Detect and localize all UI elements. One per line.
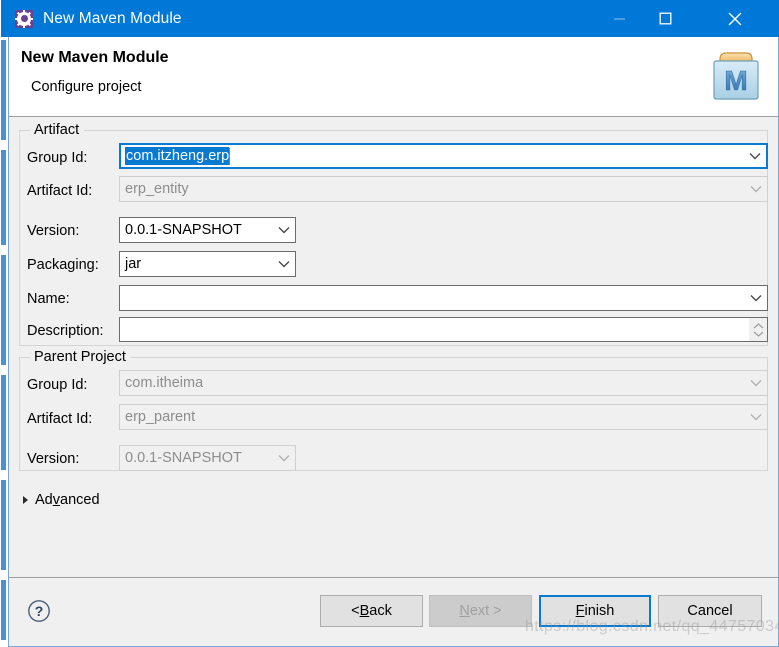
advanced-label-mnemonic: v — [52, 492, 60, 508]
next-button-mnemonic: N — [459, 603, 470, 619]
chevron-down-icon — [745, 371, 767, 395]
maximize-icon[interactable] — [642, 0, 688, 37]
artifact-packaging-label: Packaging: — [27, 257, 99, 273]
parent-project-group-legend: Parent Project — [30, 349, 131, 365]
close-icon[interactable] — [712, 0, 758, 37]
advanced-label-pre: Ad — [35, 492, 53, 508]
back-button[interactable]: < Back — [320, 595, 423, 627]
chevron-down-icon[interactable] — [273, 218, 295, 242]
chevron-right-icon — [23, 496, 28, 504]
help-icon[interactable]: ? — [27, 599, 51, 623]
finish-button-mnemonic: F — [575, 603, 585, 619]
artifact-version-label: Version: — [27, 223, 80, 239]
window-title: New Maven Module — [43, 9, 182, 27]
chevron-down-icon — [273, 446, 295, 470]
artifact-artifact-id-combo: erp_entity — [119, 176, 768, 202]
chevron-down-icon — [745, 177, 767, 201]
background-window-bar — [1, 580, 6, 640]
dialog-footer: ? < Back Next > Finish Cancel — [9, 577, 778, 646]
chevron-down-icon[interactable] — [744, 145, 766, 167]
parent-version-combo: 0.0.1-SNAPSHOT — [119, 445, 296, 471]
parent-artifact-id-label: Artifact Id: — [27, 411, 93, 427]
parent-group-id-combo: com.itheima — [119, 370, 768, 396]
finish-button[interactable]: Finish — [539, 595, 651, 627]
parent-group-id-label: Group Id: — [27, 377, 88, 393]
back-button-post: ack — [369, 603, 392, 619]
page-subtitle: Configure project — [31, 79, 142, 95]
new-maven-module-dialog: New Maven Module New Maven Module Config… — [1, 0, 779, 647]
artifact-description-field[interactable] — [119, 317, 768, 342]
artifact-version-combo[interactable]: 0.0.1-SNAPSHOT — [119, 217, 296, 243]
artifact-name-combo[interactable] — [119, 285, 768, 311]
svg-text:M: M — [724, 65, 747, 96]
minimize-icon[interactable] — [596, 0, 642, 37]
artifact-artifact-id-value: erp_entity — [125, 181, 189, 197]
parent-artifact-id-combo: erp_parent — [119, 404, 768, 430]
maven-folder-m-icon: M — [713, 52, 759, 100]
artifact-group-id-label: Group Id: — [27, 150, 88, 166]
wizard-header: New Maven Module Configure project M — [9, 37, 778, 117]
artifact-artifact-id-label: Artifact Id: — [27, 183, 93, 199]
parent-version-value: 0.0.1-SNAPSHOT — [125, 450, 242, 466]
chevron-down-icon[interactable] — [273, 252, 295, 276]
text-caret — [229, 147, 231, 165]
artifact-packaging-value: jar — [125, 256, 142, 272]
maven-gear-icon — [15, 9, 33, 28]
back-button-mnemonic: B — [359, 603, 370, 619]
parent-artifact-id-value: erp_parent — [125, 409, 196, 425]
next-button-post: ext > — [469, 603, 502, 619]
parent-version-label: Version: — [27, 451, 80, 467]
artifact-group-id-value: com.itzheng.erp — [125, 147, 230, 165]
cancel-button-post: Cancel — [687, 603, 733, 619]
background-window-edge — [0, 0, 8, 647]
chevron-down-icon[interactable] — [745, 286, 767, 310]
artifact-description-label: Description: — [27, 323, 104, 339]
advanced-label-post: anced — [60, 492, 100, 508]
artifact-group-legend: Artifact — [30, 122, 85, 138]
wizard-body: Artifact Group Id: com.itzheng.erp Artif… — [9, 117, 778, 577]
page-title: New Maven Module — [21, 49, 169, 66]
svg-text:?: ? — [35, 603, 44, 619]
background-window-bar — [1, 480, 6, 570]
advanced-disclosure[interactable]: Ad v anced — [23, 492, 100, 508]
background-window-bar — [1, 40, 6, 140]
artifact-name-label: Name: — [27, 291, 70, 307]
back-button-pre: < — [351, 603, 360, 619]
finish-button-post: inish — [584, 603, 615, 619]
artifact-version-value: 0.0.1-SNAPSHOT — [125, 222, 242, 238]
parent-group-id-value: com.itheima — [125, 375, 204, 391]
next-button: Next > — [429, 595, 532, 627]
cancel-button[interactable]: Cancel — [658, 595, 762, 627]
chevron-down-icon — [745, 405, 767, 429]
background-window-bar — [1, 150, 6, 245]
background-window-bar — [1, 255, 6, 365]
artifact-packaging-combo[interactable]: jar — [119, 251, 296, 277]
spinner-icon[interactable] — [749, 318, 767, 341]
title-bar: New Maven Module — [1, 0, 779, 37]
artifact-group-id-combo[interactable]: com.itzheng.erp — [119, 143, 768, 169]
background-window-bar — [1, 375, 6, 470]
gear-hole — [20, 15, 28, 22]
